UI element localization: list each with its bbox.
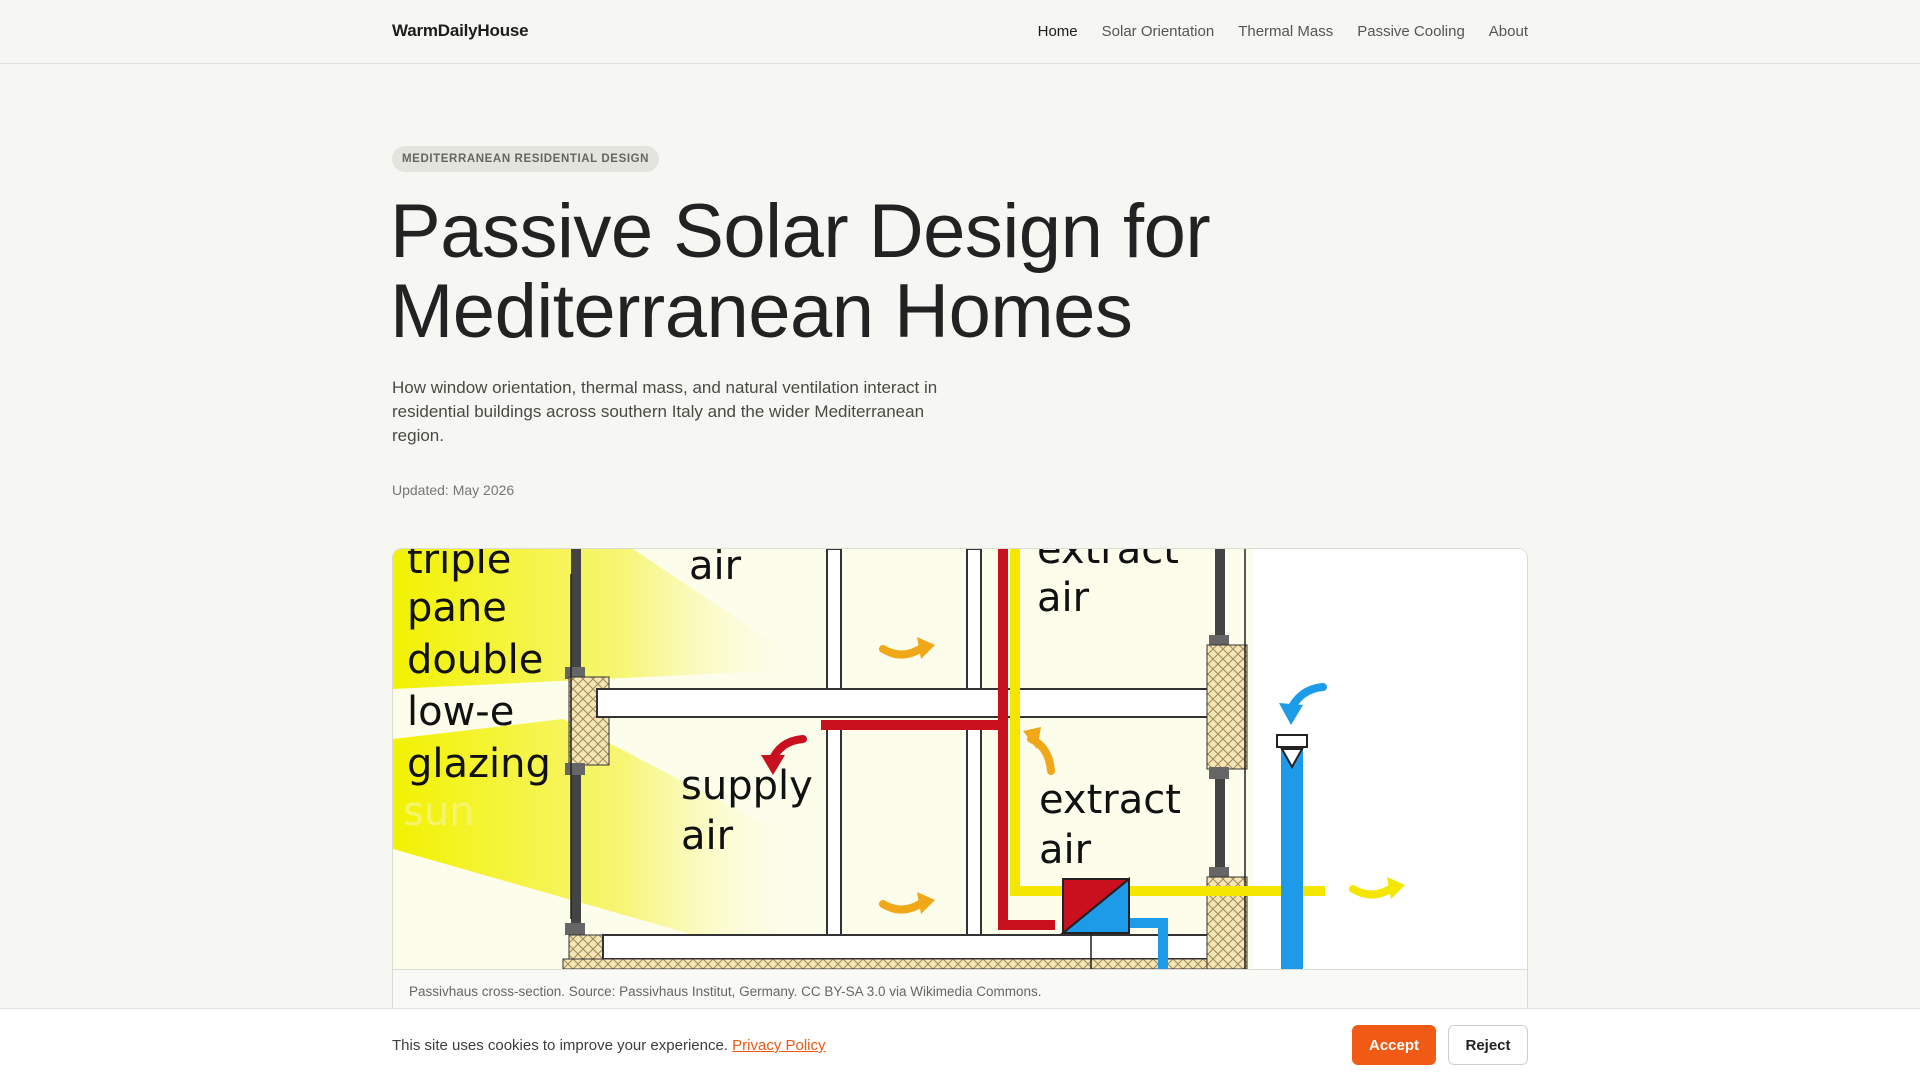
updated-date: Updated: May 2026	[392, 482, 515, 498]
label-double: double	[407, 637, 543, 683]
label-extract-top: extract	[1037, 549, 1179, 573]
page-subtitle: How window orientation, thermal mass, an…	[392, 378, 938, 445]
label-extract: extract	[1039, 777, 1181, 823]
nav-passive-cooling[interactable]: Passive Cooling	[1357, 23, 1465, 40]
floor-slab-lower	[602, 934, 1228, 960]
title-line-1: Passive Solar Design for	[390, 189, 1211, 274]
privacy-policy-link[interactable]: Privacy Policy	[732, 1037, 825, 1054]
nav-about[interactable]: About	[1489, 23, 1528, 40]
label-triple: triple	[407, 549, 511, 583]
title-line-2: Mediterranean Homes	[390, 269, 1133, 354]
label-extract-air: air	[1039, 827, 1092, 873]
nav-solar-orientation[interactable]: Solar Orientation	[1102, 23, 1215, 40]
nav-thermal-mass[interactable]: Thermal Mass	[1238, 23, 1333, 40]
label-supply-air: air	[681, 813, 734, 859]
label-glazing: glazing	[407, 741, 551, 787]
cookie-banner: This site uses cookies to improve your e…	[0, 1008, 1920, 1080]
main-nav: Home Solar Orientation Thermal Mass Pass…	[1038, 23, 1528, 40]
article-figure: triple pane double low-e glazing sun air…	[392, 548, 1528, 1018]
nav-home[interactable]: Home	[1038, 23, 1078, 40]
label-supply: supply	[681, 763, 813, 809]
label-pane: pane	[407, 585, 507, 631]
cookie-text: This site uses cookies to improve your e…	[392, 1037, 728, 1054]
reject-button[interactable]: Reject	[1448, 1025, 1528, 1065]
label-air-top: air	[689, 549, 742, 589]
category-tag: MEDITERRANEAN RESIDENTIAL DESIGN	[392, 146, 660, 172]
label-lowe: low-e	[407, 689, 514, 735]
site-header: WarmDailyHouse Home Solar Orientation Th…	[0, 0, 1920, 64]
cookie-message: This site uses cookies to improve your e…	[392, 1037, 826, 1054]
passivhaus-diagram: triple pane double low-e glazing sun air…	[393, 549, 1527, 969]
page-title: Passive Solar Design for Mediterranean H…	[390, 192, 1290, 352]
label-extract-top-air: air	[1037, 575, 1090, 621]
floor-slab-upper	[596, 688, 1222, 718]
foundation-insulation	[562, 958, 1244, 969]
site-logo[interactable]: WarmDailyHouse	[392, 21, 529, 41]
label-sun: sun	[403, 789, 475, 835]
accept-button[interactable]: Accept	[1352, 1025, 1436, 1065]
